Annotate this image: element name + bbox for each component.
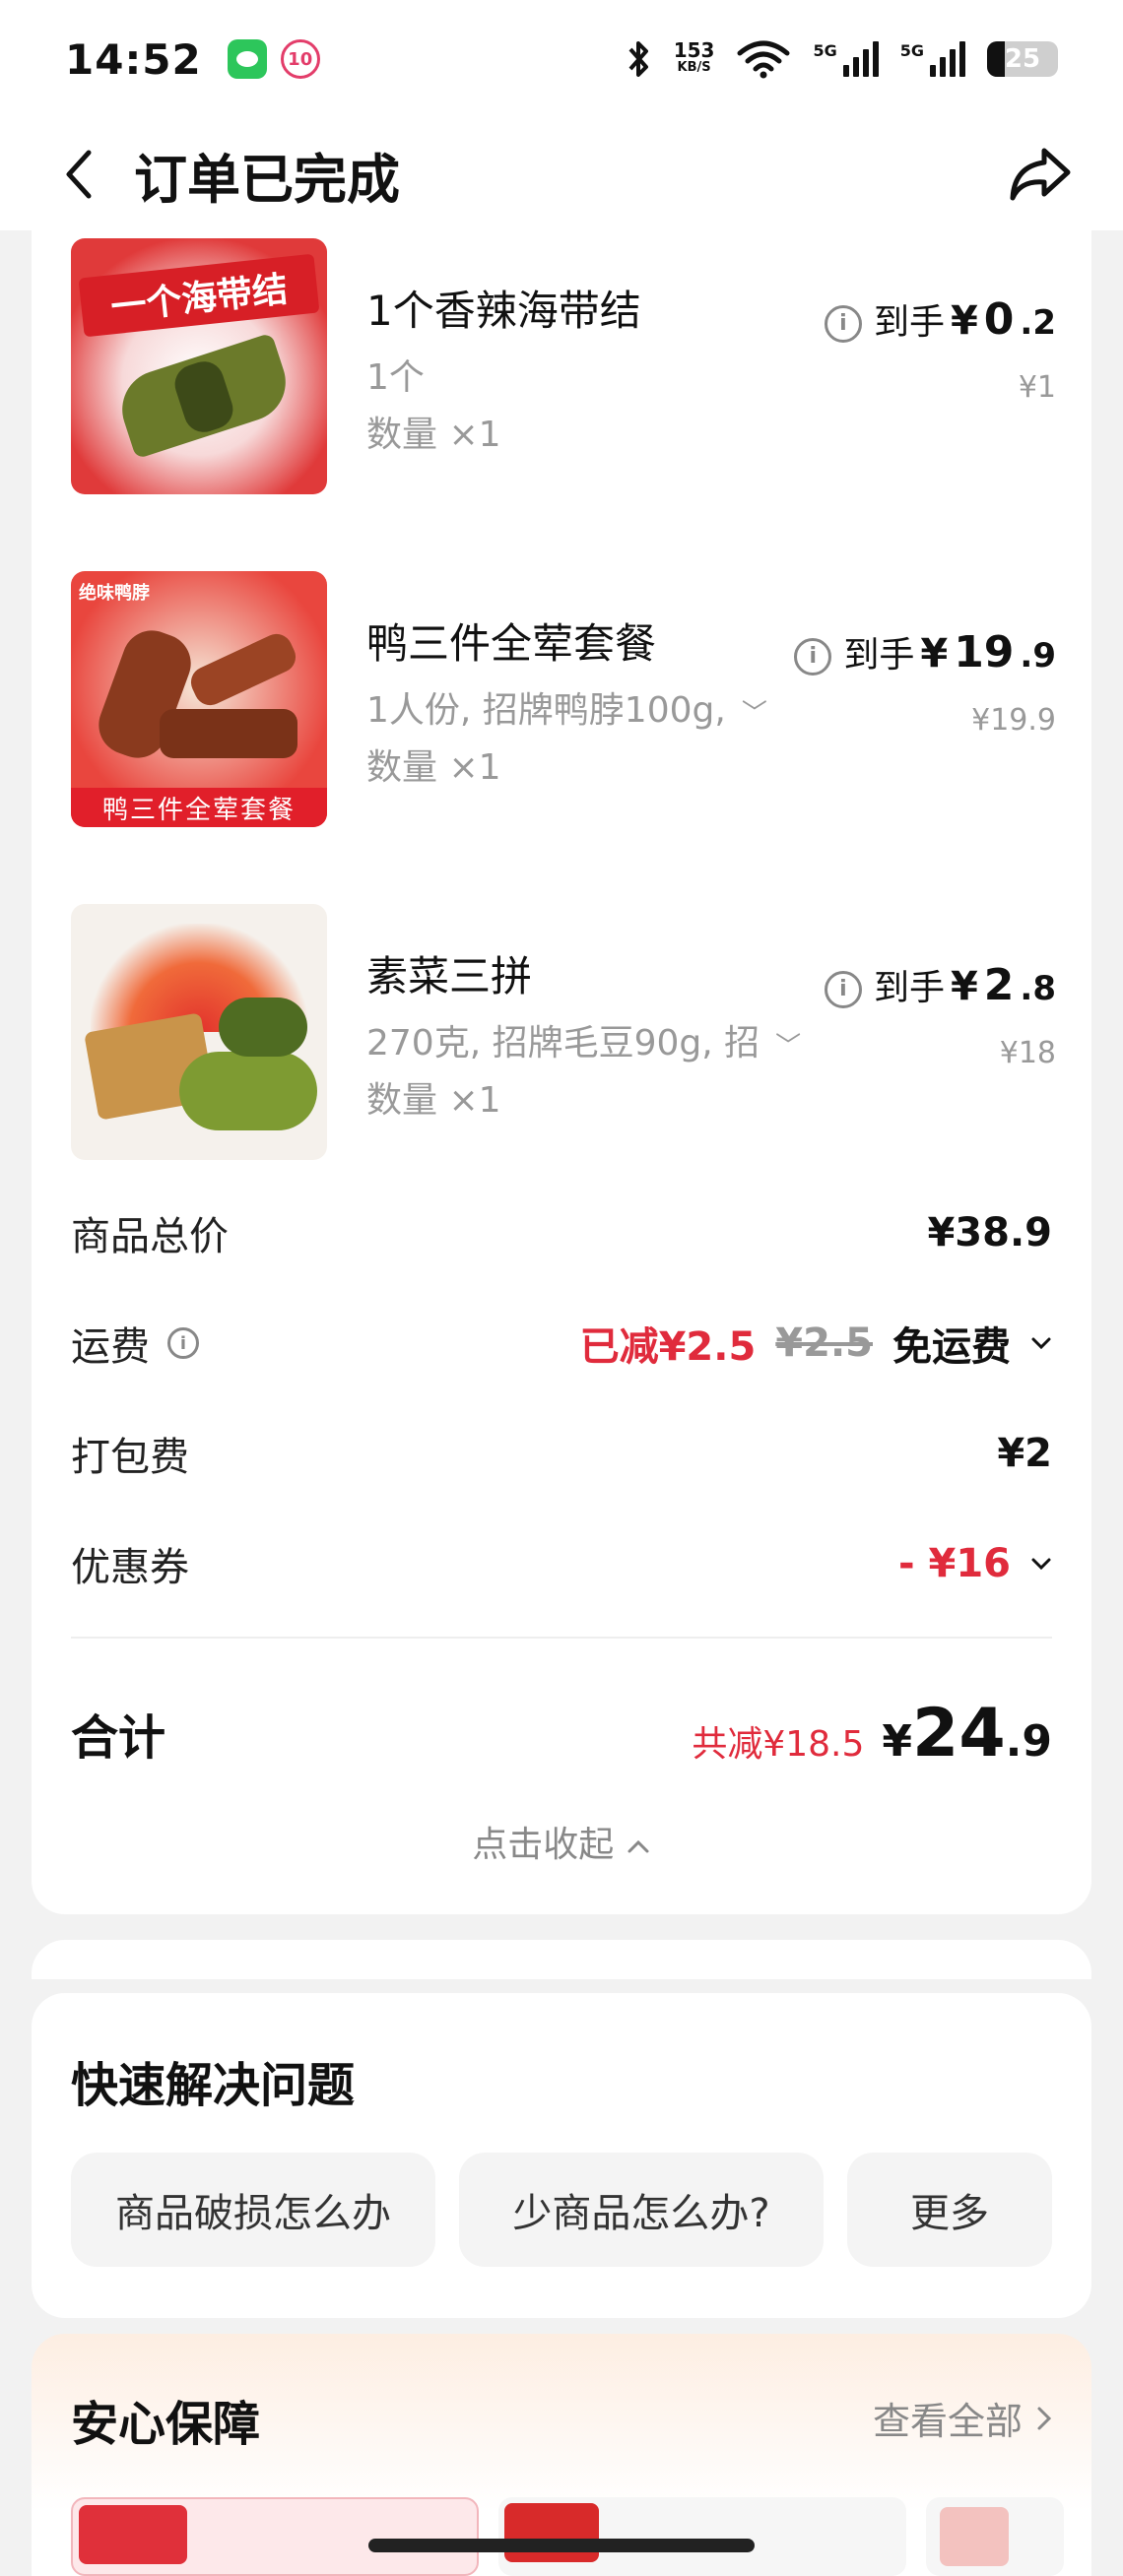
chevron-right-icon <box>1037 2407 1052 2429</box>
product-image: 一个海带结 <box>71 238 327 494</box>
product-original-price: ¥1 <box>1018 370 1056 405</box>
info-icon[interactable]: i <box>167 1327 199 1359</box>
total-row: 合计 共减¥18.5 ¥24.9 <box>71 1694 1052 1772</box>
packing-value: ¥2 <box>997 1431 1052 1476</box>
product-price: i 到手 ¥2.8 <box>824 959 1056 1012</box>
product-item[interactable]: 绝味鸭脖 鸭三件全荤套餐 鸭三件全荤套餐 1人份, 招牌鸭脖100g, ﹀ 数量 … <box>71 571 1056 827</box>
page-title: 订单已完成 <box>134 148 400 211</box>
home-indicator[interactable] <box>368 2539 755 2552</box>
share-button[interactable] <box>1001 135 1080 214</box>
product-quantity: 数量 ×1 <box>366 415 501 455</box>
status-right: 153 KB/S 5G 5G 25 <box>627 39 1058 79</box>
collapse-button[interactable]: 点击收起 <box>32 1816 1091 1867</box>
chevron-down-icon: ﹀ <box>775 1032 802 1062</box>
coupon-row[interactable]: 优惠券 - ¥16 <box>71 1534 1052 1593</box>
product-name: 素菜三拼 <box>366 952 533 1000</box>
more-button[interactable]: 更多 <box>847 2153 1052 2267</box>
chevron-down-icon <box>1031 1337 1051 1350</box>
assurance-title: 安心保障 <box>71 2397 261 2452</box>
chevron-down-icon <box>1031 1558 1051 1571</box>
battery-icon: 25 <box>987 41 1058 77</box>
quick-solve-title: 快速解决问题 <box>71 2058 356 2113</box>
status-time: 14:52 <box>65 34 202 84</box>
packing-fee-row: 打包费 ¥2 <box>71 1431 1052 1480</box>
page-header: 订单已完成 <box>0 118 1123 230</box>
missing-items-button[interactable]: 少商品怎么办? <box>459 2153 824 2267</box>
delivery-fee-row[interactable]: 运费 i 已减¥2.5 ¥2.5 免运费 <box>71 1314 1052 1373</box>
signal-icon-2: 5G <box>900 41 965 77</box>
order-detail-card: 一个海带结 1个香辣海带结 1个 数量 ×1 i 到手 ¥0.2 ¥1 绝味鸭脖… <box>32 230 1091 1914</box>
delivery-reduced: 已减¥2.5 <box>579 1324 757 1370</box>
notification-icons: 10 <box>227 39 320 79</box>
back-button[interactable] <box>39 135 118 214</box>
chevron-left-icon <box>66 150 92 199</box>
share-icon <box>1010 148 1071 201</box>
product-original-price: ¥19.9 <box>971 703 1056 738</box>
subtotal-row: 商品总价 ¥38.9 <box>71 1210 1052 1259</box>
product-original-price: ¥18 <box>999 1036 1056 1070</box>
section-card-partial <box>32 1940 1091 1979</box>
subtotal-value: ¥38.9 <box>927 1210 1052 1256</box>
chevron-up-icon <box>628 1839 649 1853</box>
product-spec[interactable]: 1人份, 招牌鸭脖100g, ﹀ <box>366 681 767 733</box>
info-icon[interactable]: i <box>824 304 862 343</box>
assurance-items <box>71 2497 1064 2576</box>
chevron-down-icon: ﹀ <box>741 699 767 729</box>
wechat-icon <box>227 39 267 79</box>
wifi-icon <box>737 40 790 79</box>
total-price: ¥24.9 <box>882 1694 1052 1772</box>
product-price: i 到手 ¥0.2 <box>824 293 1056 347</box>
app-notification-icon: 10 <box>280 39 320 79</box>
product-image: 绝味鸭脖 鸭三件全荤套餐 <box>71 571 327 827</box>
quick-solve-card: 快速解决问题 商品破损怎么办 少商品怎么办? 更多 <box>32 1993 1091 2318</box>
divider <box>71 1637 1052 1639</box>
total-saved: 共减¥18.5 <box>692 1723 865 1765</box>
network-speed: 153 KB/S <box>673 38 715 75</box>
view-all-link[interactable]: 查看全部 <box>873 2391 1052 2445</box>
product-quantity: 数量 ×1 <box>366 1080 501 1121</box>
delivery-original: ¥2.5 <box>775 1320 873 1366</box>
damaged-goods-button[interactable]: 商品破损怎么办 <box>71 2153 435 2267</box>
info-icon[interactable]: i <box>824 970 862 1008</box>
product-price: i 到手 ¥19.9 <box>794 626 1056 679</box>
assurance-item[interactable] <box>498 2497 906 2576</box>
assurance-item[interactable] <box>71 2497 479 2576</box>
info-icon[interactable]: i <box>794 637 832 676</box>
product-name: 1个香辣海带结 <box>366 287 641 335</box>
product-spec: 1个 <box>366 357 425 398</box>
product-name: 鸭三件全荤套餐 <box>366 619 657 668</box>
delivery-value: 免运费 <box>892 1324 1011 1370</box>
bluetooth-icon <box>628 41 648 77</box>
status-bar: 14:52 10 153 KB/S 5G 5G 25 <box>0 0 1123 118</box>
coupon-value: - ¥16 <box>897 1541 1011 1586</box>
product-quantity: 数量 ×1 <box>366 747 501 788</box>
product-spec[interactable]: 270克, 招牌毛豆90g, 招 ﹀ <box>366 1014 801 1065</box>
signal-icon: 5G <box>813 41 879 77</box>
assurance-item[interactable] <box>926 2497 1064 2576</box>
product-item[interactable]: 素菜三拼 270克, 招牌毛豆90g, 招 ﹀ 数量 ×1 i 到手 ¥2.8 ¥… <box>71 904 1056 1160</box>
product-image <box>71 904 327 1160</box>
product-item[interactable]: 一个海带结 1个香辣海带结 1个 数量 ×1 i 到手 ¥0.2 ¥1 <box>71 238 1056 494</box>
